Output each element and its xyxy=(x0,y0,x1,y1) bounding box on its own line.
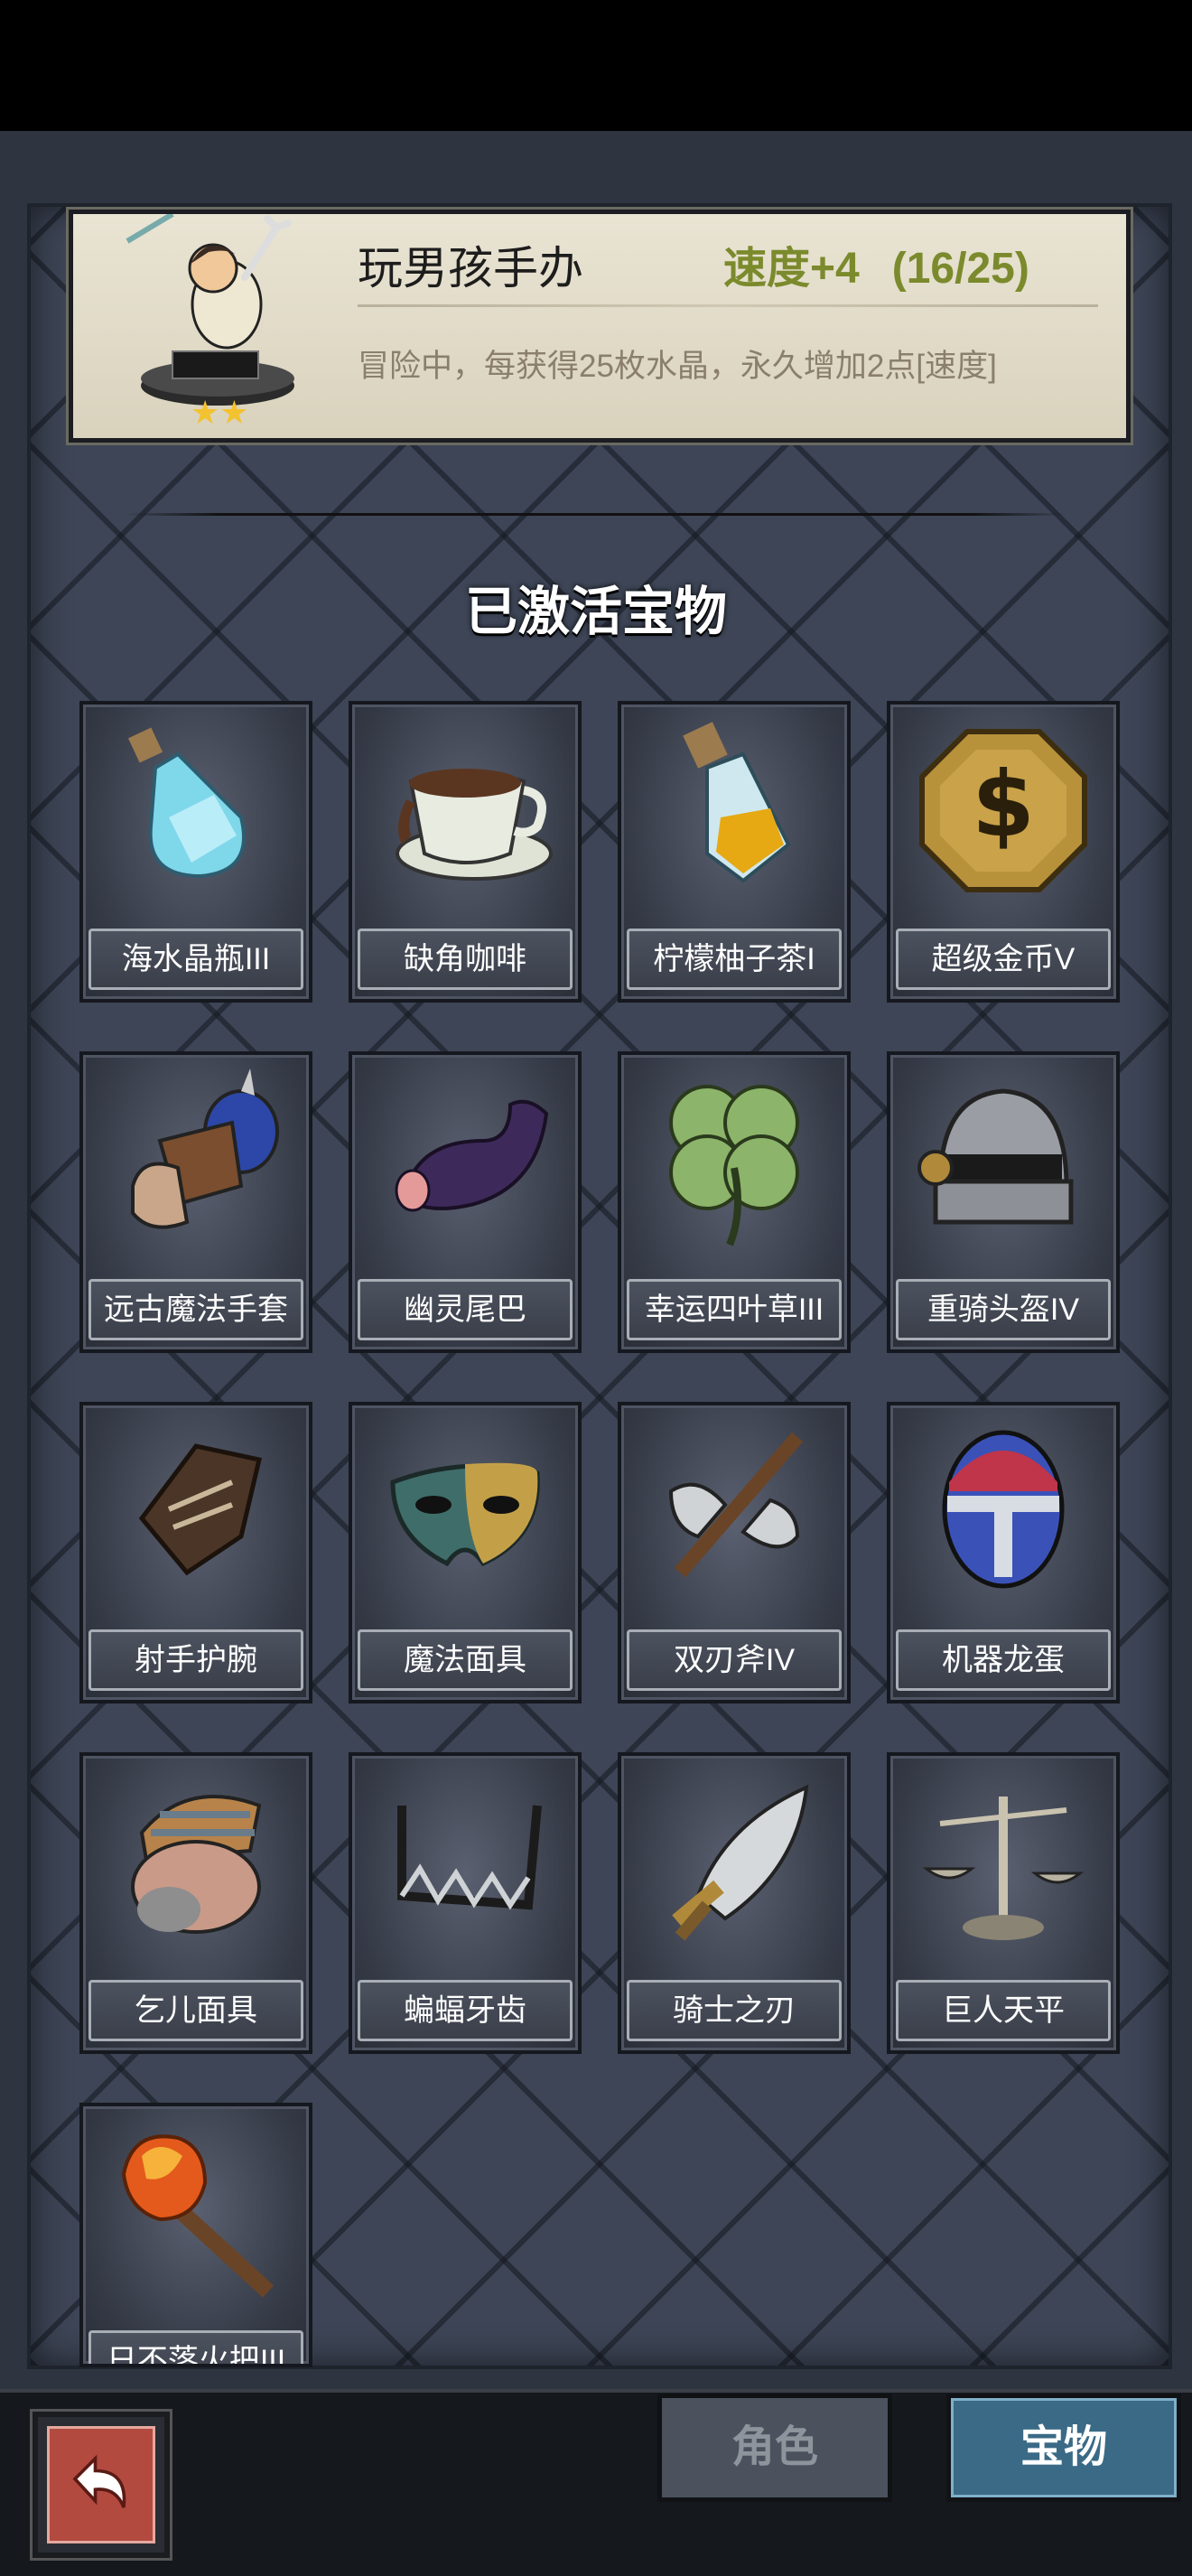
torch-icon xyxy=(121,2134,275,2298)
treasure-tile[interactable]: 幽灵尾巴 xyxy=(349,1051,582,1353)
treasure-label: 重骑头盔IV xyxy=(896,1279,1111,1340)
treasure-tile[interactable]: 蝙蝠牙齿 xyxy=(349,1752,582,2054)
treasure-tile[interactable]: 机器龙蛋 xyxy=(887,1402,1120,1703)
treasure-tile[interactable]: 重骑头盔IV xyxy=(887,1051,1120,1353)
treasure-label: 魔法面具 xyxy=(358,1629,573,1691)
clover-icon xyxy=(669,1085,799,1246)
treasure-label: 远古魔法手套 xyxy=(88,1279,303,1340)
treasure-label: 柠檬柚子茶I xyxy=(627,929,842,990)
treasure-tile[interactable]: 双刃斧IV xyxy=(618,1402,851,1703)
chipped-coffee-icon xyxy=(396,769,553,881)
magic-glove-icon xyxy=(131,1069,279,1229)
svg-text:$: $ xyxy=(972,751,1035,857)
treasure-label: 缺角咖啡 xyxy=(358,929,573,990)
crystal-bottle-icon xyxy=(127,727,246,879)
bat-teeth-icon xyxy=(397,1805,542,1910)
knight-blade-icon xyxy=(672,1784,809,1941)
treasure-label: 双刃斧IV xyxy=(627,1629,842,1691)
beggar-mask-icon xyxy=(131,1795,262,1934)
treasure-label: 超级金币V xyxy=(896,929,1111,990)
treasure-tile[interactable]: 魔法面具 xyxy=(349,1402,582,1703)
treasure-label: 幸运四叶草III xyxy=(627,1279,842,1340)
treasure-tile[interactable]: 巨人天平 xyxy=(887,1752,1120,2054)
boy-figurine-icon: ★★ xyxy=(126,214,294,431)
bonus-progress: (16/25) xyxy=(891,245,1029,293)
helmet-icon xyxy=(917,1088,1074,1225)
treasure-label: 海水晶瓶III xyxy=(88,929,303,990)
back-arrow-icon xyxy=(72,2454,126,2508)
back-button-face xyxy=(47,2426,155,2543)
robot-egg-icon xyxy=(942,1430,1065,1589)
treasure-label: 机器龙蛋 xyxy=(896,1629,1111,1691)
card-separator xyxy=(358,304,1098,307)
lemon-tea-icon xyxy=(683,722,791,883)
treasure-label: 蝙蝠牙齿 xyxy=(358,1980,573,2041)
featured-treasure-bonus: 速度+4 (16/25) xyxy=(723,232,1029,295)
treasure-tile[interactable]: $ 超级金币V xyxy=(887,701,1120,1003)
featured-treasure-description: 冒险中，每获得25枚水晶，永久增加2点[速度] xyxy=(358,349,997,384)
svg-text:★★: ★★ xyxy=(191,395,249,431)
treasure-label: 幽灵尾巴 xyxy=(358,1279,573,1340)
treasure-label: 射手护腕 xyxy=(88,1629,303,1691)
treasure-tile[interactable]: 幸运四叶草III xyxy=(618,1051,851,1353)
section-divider xyxy=(126,513,1066,516)
treasure-tile[interactable]: 日不落火把III xyxy=(79,2103,312,2367)
treasure-label: 日不落火把III xyxy=(88,2330,303,2364)
treasure-tile[interactable]: 缺角咖啡 xyxy=(349,701,582,1003)
treasure-tile[interactable]: 乞儿面具 xyxy=(79,1752,312,2054)
treasure-tile[interactable]: 射手护腕 xyxy=(79,1402,312,1703)
treasure-tile[interactable]: 骑士之刃 xyxy=(618,1752,851,2054)
double-axe-icon xyxy=(668,1432,804,1578)
section-title: 已激活宝物 xyxy=(464,583,727,641)
treasure-tile[interactable]: 海水晶瓶III xyxy=(79,701,312,1003)
treasure-tile[interactable]: 柠檬柚子茶I xyxy=(618,701,851,1003)
bracer-icon xyxy=(138,1443,263,1576)
giant-scale-icon xyxy=(922,1797,1085,1940)
treasure-tile[interactable]: 远古魔法手套 xyxy=(79,1051,312,1353)
magic-mask-icon xyxy=(390,1462,540,1567)
treasure-label: 巨人天平 xyxy=(896,1980,1111,2041)
back-button[interactable] xyxy=(33,2412,170,2558)
tab-treasure[interactable]: 宝物 xyxy=(946,2394,1181,2502)
ghost-tail-icon xyxy=(395,1099,549,1212)
featured-treasure-card: ★★ 玩男孩手办 速度+4 (16/25) 冒险中，每获得25枚水晶，永久增加2点… xyxy=(69,210,1131,443)
featured-treasure-name: 玩男孩手办 xyxy=(358,243,583,294)
bonus-value: 速度+4 xyxy=(723,245,860,293)
tab-role[interactable]: 角色 xyxy=(657,2394,892,2502)
treasure-label: 乞儿面具 xyxy=(88,1980,303,2041)
gold-coin-icon: $ xyxy=(919,729,1087,892)
treasure-label: 骑士之刃 xyxy=(627,1980,842,2041)
status-bar xyxy=(0,0,1192,131)
